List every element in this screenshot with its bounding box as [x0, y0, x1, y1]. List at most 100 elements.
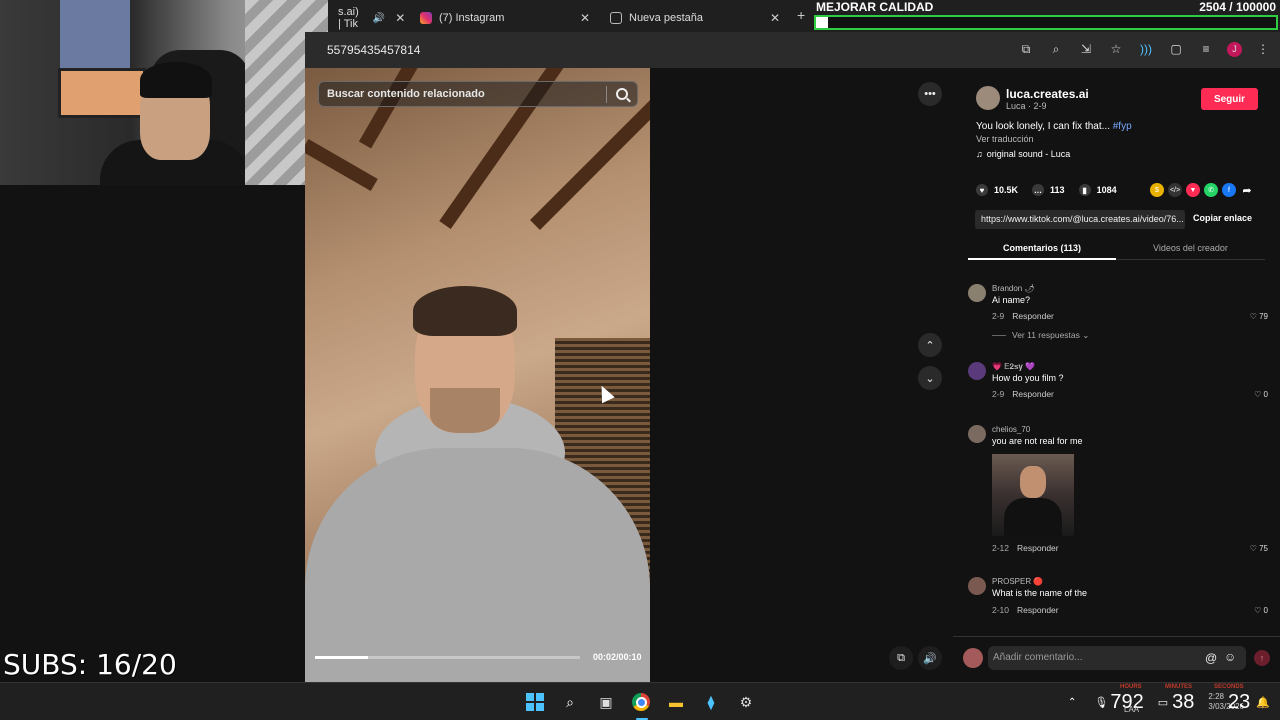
zoom-icon[interactable]: ⌕ [1047, 40, 1065, 58]
commenter-name[interactable]: 💗 E𝟐𝐬𝐲 💜 [992, 362, 1035, 372]
pip-icon[interactable]: ⧉ [889, 646, 913, 670]
add-comment-bar: Añadir comentario... @ ☺ ↑ [953, 636, 1280, 682]
follow-button[interactable]: Seguir [1201, 88, 1258, 110]
share-arrow-icon[interactable]: ➦ [1240, 183, 1254, 197]
more-options-button[interactable]: ••• [918, 82, 942, 106]
heart-icon: ♥ [976, 184, 988, 196]
mention-icon[interactable]: @ [1205, 651, 1217, 665]
comment-like[interactable]: ♡ 79 [1250, 312, 1268, 321]
comment-text: you are not real for me [992, 436, 1083, 446]
comment-tabs: Comentarios (113) Videos del creador [968, 236, 1265, 260]
creator-avatar[interactable] [976, 86, 1000, 110]
commenter-avatar[interactable] [968, 284, 986, 302]
chrome-icon[interactable] [632, 693, 650, 711]
search-icon[interactable]: ⌕ [561, 693, 579, 711]
quality-goal-overlay: MEJORAR CALIDAD 2504 / 100000 [812, 0, 1280, 32]
copy-link-button[interactable]: Copiar enlace [1193, 213, 1252, 223]
search-placeholder: Buscar contenido relacionado [327, 88, 485, 100]
translate-link[interactable]: Ver traducción [976, 134, 1034, 144]
extension-icon[interactable]: ))) [1137, 40, 1155, 58]
tab-creator-videos[interactable]: Videos del creador [1116, 243, 1265, 253]
comment-meta: 2-12 Responder [992, 543, 1059, 553]
speaker-icon[interactable]: 🔊 [373, 13, 385, 24]
menu-icon[interactable]: ⋮ [1254, 40, 1272, 58]
media-icon[interactable]: ≡ [1197, 40, 1215, 58]
tab-new-tab[interactable]: Nueva pestaña ✕ [600, 4, 790, 32]
next-video-button[interactable]: ⌄ [918, 366, 942, 390]
monitor-icon[interactable]: ▭ [1158, 696, 1168, 709]
comment-like-count: 75 [1259, 544, 1268, 553]
coin-icon[interactable]: $ [1150, 183, 1164, 197]
close-icon[interactable]: ✕ [770, 11, 780, 25]
comment-text: How do you film ? [992, 373, 1064, 383]
file-explorer-icon[interactable]: ▬ [667, 693, 685, 711]
close-icon[interactable]: ✕ [580, 11, 590, 25]
send-icon[interactable]: ▼ [1186, 183, 1200, 197]
previous-video-button[interactable]: ⌃ [918, 333, 942, 357]
close-icon[interactable]: ✕ [395, 11, 405, 25]
sound-link[interactable]: ♫ original sound - Luca [976, 149, 1070, 159]
whatsapp-icon[interactable]: ✆ [1204, 183, 1218, 197]
view-replies-button[interactable]: Ver 11 respuestas ⌄ [992, 330, 1089, 341]
star-icon[interactable]: ☆ [1107, 40, 1125, 58]
related-search-input[interactable]: Buscar contenido relacionado [318, 81, 638, 107]
windows-logo[interactable] [526, 693, 544, 711]
comment-like[interactable]: ♡ 0 [1254, 606, 1268, 615]
save-button[interactable]: ▮ 1084 [1078, 184, 1117, 196]
url-text[interactable]: 55795435457814 [327, 43, 420, 57]
tab-instagram[interactable]: (7) Instagram ✕ [410, 4, 600, 32]
comment-button[interactable]: … 113 [1032, 184, 1065, 196]
install-icon[interactable]: ⇲ [1077, 40, 1095, 58]
notification-icon[interactable]: 🔔 [1256, 696, 1270, 709]
embed-icon[interactable]: </> [1168, 183, 1182, 197]
hashtag-link[interactable]: #fyp [1113, 121, 1132, 132]
translate-icon[interactable]: ⧉ [1017, 40, 1035, 58]
reply-button[interactable]: Responder [1017, 543, 1059, 553]
video-link-field[interactable]: https://www.tiktok.com/@luca.creates.ai/… [975, 210, 1185, 229]
app-icon[interactable]: ⧫ [702, 693, 720, 711]
search-divider [606, 86, 607, 103]
video-progress-bar[interactable] [315, 656, 580, 659]
commenter-name[interactable]: Brandon 🌶 [992, 284, 1035, 293]
description-text: You look lonely, I can fix that... [976, 121, 1113, 132]
comment-item: PROSPER 🔴 What is the name of the 2-10 Re… [968, 577, 1268, 617]
mic-icon[interactable]: 🎙 [1094, 696, 1108, 709]
my-avatar [963, 648, 983, 668]
facebook-icon[interactable]: f [1222, 183, 1236, 197]
tray-expand-icon[interactable]: ⌃ [1068, 697, 1076, 708]
address-bar: 55795435457814 ⧉ ⌕ ⇲ ☆ ))) ▢ ≡ J ⋮ [305, 32, 1280, 68]
volume-icon[interactable]: 🔊 [918, 646, 942, 670]
steam-icon[interactable]: ⚙ [737, 693, 755, 711]
send-comment-button[interactable]: ↑ [1254, 650, 1270, 666]
quality-goal-fill [816, 17, 828, 28]
like-button[interactable]: ♥ 10.5K [976, 184, 1018, 196]
commenter-avatar[interactable] [968, 577, 986, 595]
tab-label: (7) Instagram [439, 12, 505, 24]
creator-username[interactable]: luca.creates.ai [1006, 87, 1089, 101]
comment-text: Ai name? [992, 295, 1031, 305]
emoji-icon[interactable]: ☺ [1224, 650, 1236, 664]
video-player[interactable] [305, 68, 650, 682]
commenter-avatar[interactable] [968, 425, 986, 443]
tab-comments[interactable]: Comentarios (113) [968, 243, 1116, 260]
puzzle-icon[interactable]: ▢ [1167, 40, 1185, 58]
subs-counter: SUBS: 16/20 [3, 648, 177, 681]
commenter-name[interactable]: chelios_70 [992, 425, 1030, 434]
reply-button[interactable]: Responder [1012, 311, 1054, 321]
tab-tiktok[interactable]: s.ai) | Tik 🔊 ✕ [328, 4, 405, 32]
comment-image[interactable] [992, 454, 1074, 536]
comment-like[interactable]: ♡ 75 [1250, 544, 1268, 553]
likes-count: 10.5K [994, 185, 1019, 195]
commenter-name[interactable]: PROSPER 🔴 [992, 577, 1043, 586]
task-view-icon[interactable]: ▣ [597, 693, 615, 711]
comment-date: 2-9 [992, 389, 1005, 399]
profile-avatar[interactable]: J [1227, 41, 1242, 57]
new-tab-button[interactable]: + [797, 7, 805, 23]
reply-button[interactable]: Responder [1012, 389, 1054, 399]
comment-like[interactable]: ♡ 0 [1254, 390, 1268, 399]
comment-meta: 2-10 Responder [992, 605, 1059, 615]
commenter-avatar[interactable] [968, 362, 986, 380]
search-icon[interactable] [616, 88, 628, 100]
reply-button[interactable]: Responder [1017, 605, 1059, 615]
video-side-area [650, 68, 953, 682]
